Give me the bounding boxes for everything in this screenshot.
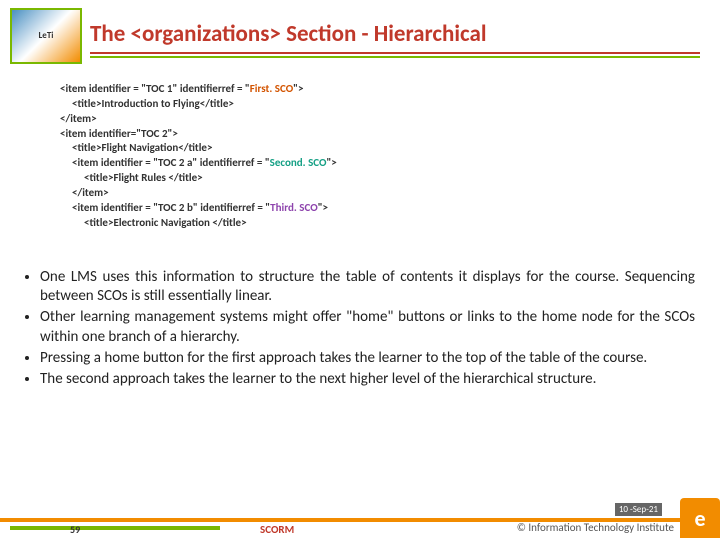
xml-code-block: <item identifier = "TOC 1" identifierref… [60,82,690,230]
bullet-1: One LMS uses this information to structu… [40,268,695,306]
footer-org-block: © Information Technology Institute e [517,496,720,540]
logo-text: LeTi [38,31,53,41]
title-area: The <organizations> Section - Hierarchic… [90,20,700,58]
sco-ref-2: Second. SCO [270,156,327,169]
code-line-7: <title>Flight Rules </title> [60,171,690,186]
page-title: The <organizations> Section - Hierarchic… [90,20,700,48]
code-line-6: <item identifier = "TOC 2 a" identifierr… [60,156,690,171]
sco-ref-3: Third. SCO [270,201,318,214]
bullet-2: Other learning management systems might … [40,308,695,346]
footer-green-bar [10,526,220,530]
bullet-3: Pressing a home button for the first app… [40,349,695,368]
footer: 59 SCORM 10 -Sep-21 © Information Techno… [0,496,720,540]
e-logo-icon: e [680,498,720,538]
code-line-2: <title>Introduction to Flying</title> [60,97,690,112]
code-line-5: <title>Flight Navigation</title> [60,141,690,156]
code-line-3: </item> [60,112,690,127]
title-underline-red [90,52,700,54]
code-line-1: <item identifier = "TOC 1" identifierref… [60,82,690,97]
bullet-4: The second approach takes the learner to… [40,370,695,389]
bullet-list: One LMS uses this information to structu… [18,268,695,391]
footer-org-text: © Information Technology Institute [517,521,674,534]
title-underline-green [90,56,700,58]
sco-ref-1: First. SCO [250,82,293,95]
slide-number: 59 [70,523,80,536]
code-line-10: <title>Electronic Navigation </title> [60,216,690,231]
code-line-4: <item identifier="TOC 2"> [60,127,690,142]
code-line-9: <item identifier = "TOC 2 b" identifierr… [60,201,690,216]
code-line-8: </item> [60,186,690,201]
brand-logo: LeTi [10,8,82,64]
footer-label: SCORM [260,523,294,536]
